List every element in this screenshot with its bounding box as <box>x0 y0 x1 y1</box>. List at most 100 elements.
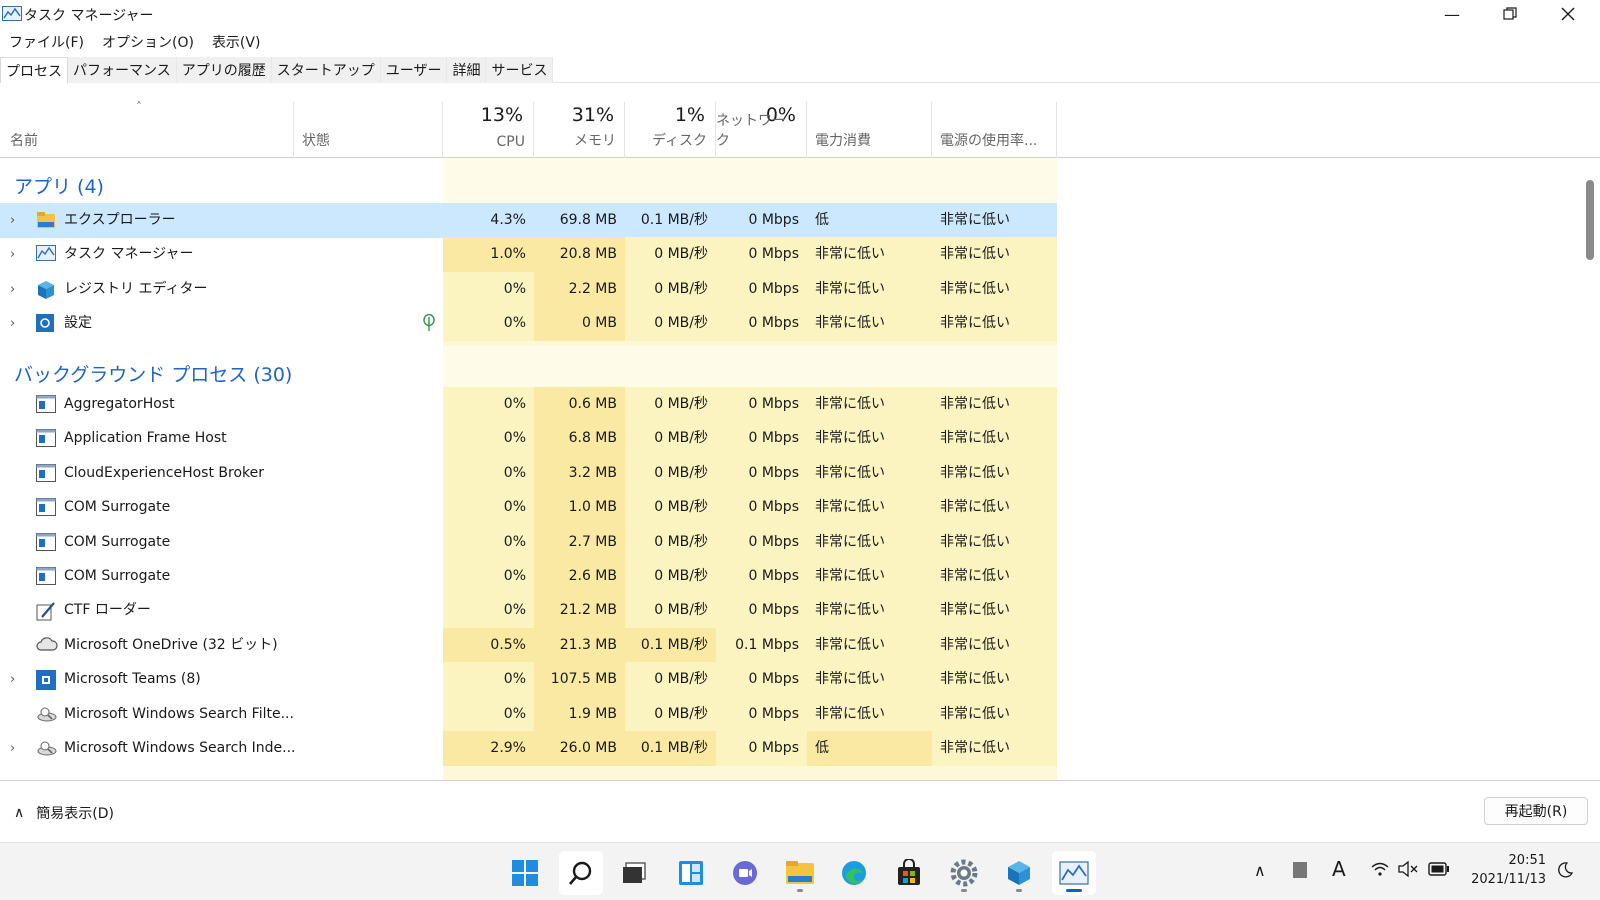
chevron-right-icon[interactable]: › <box>10 237 15 272</box>
memory-cell: 6.8 MB <box>534 421 625 457</box>
power-trend-cell: 非常に低い <box>932 731 1057 766</box>
cloud-icon <box>36 636 58 654</box>
menu-file[interactable]: ファイル(F) <box>0 30 93 52</box>
fewer-details-button[interactable]: ∧ 簡易表示(D) <box>14 803 114 823</box>
power-cell: 非常に低い <box>807 387 932 422</box>
column-power[interactable]: 電力消費 <box>807 102 932 158</box>
clock[interactable]: 20:51 2021/11/13 <box>1466 851 1546 889</box>
process-row[interactable]: › タスク マネージャー 1.0% 20.8 MB 0 MB/秒 0 Mbps 非常に低い非… <box>0 237 1582 273</box>
process-row[interactable]: AggregatorHost 0% 0.6 MB 0 MB/秒 0 Mbps 非常に低い非… <box>0 387 1582 422</box>
wifi-icon[interactable] <box>1370 861 1390 881</box>
chevron-right-icon[interactable]: › <box>10 306 15 341</box>
column-cpu[interactable]: 13% CPU <box>443 102 534 158</box>
search-icon[interactable] <box>559 851 603 895</box>
power-cell: 非常に低い <box>807 490 932 526</box>
clock-time: 20:51 <box>1508 853 1546 868</box>
network-cell: 0 Mbps <box>716 387 807 422</box>
registry-icon[interactable] <box>997 851 1041 895</box>
battery-icon[interactable] <box>1428 861 1450 880</box>
process-name: タスク マネージャー <box>64 246 194 263</box>
process-row[interactable]: › レジストリ エディター 0% 2.2 MB 0 MB/秒 0 Mbps 非常に低い 非常に… <box>0 271 1582 307</box>
minimize-button[interactable]: — <box>1424 0 1480 28</box>
network-cell: 0 Mbps <box>716 662 807 698</box>
tab-startup[interactable]: スタートアップ <box>271 57 381 83</box>
column-memory[interactable]: 31% メモリ <box>534 102 625 158</box>
disk-cell: 0 MB/秒 <box>625 237 716 273</box>
widgets-icon[interactable] <box>669 851 713 895</box>
chevron-up-icon[interactable]: ∧ <box>1254 861 1266 880</box>
disk-cell: 0.1 MB/秒 <box>625 731 716 766</box>
tab-users[interactable]: ユーザー <box>380 57 448 83</box>
chevron-right-icon[interactable]: › <box>10 203 15 238</box>
process-row[interactable]: › エクスプローラー 4.3% 69.8 MB 0.1 MB/秒 0 Mbps 低 非常に低い <box>0 203 1582 238</box>
process-name: レジストリ エディター <box>64 280 208 297</box>
task-manager-icon[interactable] <box>1052 851 1096 895</box>
network-cell: 0 Mbps <box>716 731 807 766</box>
process-name: Microsoft OneDrive (32 ビット) <box>64 636 278 653</box>
menu-view[interactable]: 表示(V) <box>203 30 270 52</box>
column-name[interactable]: 名前 <box>0 102 294 158</box>
tab-app-history[interactable]: アプリの履歴 <box>176 57 272 83</box>
tab-performance[interactable]: パフォーマンス <box>68 57 177 83</box>
power-cell: 非常に低い <box>807 696 932 732</box>
restore-button[interactable] <box>1482 0 1538 28</box>
process-row[interactable]: › 設定 0% 0 MB 0 MB/秒 0 Mbps 非常に低い 非常に低い <box>0 306 1582 342</box>
scrollbar-thumb[interactable] <box>1586 180 1594 260</box>
task-view-icon[interactable] <box>613 851 657 895</box>
tab-services[interactable]: サービス <box>486 57 554 83</box>
process-row[interactable]: COM Surrogate 0% 2.7 MB 0 MB/秒 0 Mbps 非常に低い 非常… <box>0 524 1582 560</box>
column-status[interactable]: 状態 <box>294 102 443 158</box>
process-name: COM Surrogate <box>64 568 171 584</box>
memory-cell: 0.6 MB <box>534 387 625 422</box>
process-row[interactable]: Application Frame Host 0% 6.8 MB 0 MB/秒 0 Mb… <box>0 421 1582 457</box>
notifications-icon[interactable] <box>1556 861 1574 883</box>
process-row[interactable]: CTF ローダー 0% 21.2 MB 0 MB/秒 0 Mbps 非常に低い 非常に低い <box>0 593 1582 629</box>
chevron-right-icon[interactable]: › <box>10 731 15 766</box>
start-icon[interactable] <box>503 851 547 895</box>
close-icon <box>1561 7 1575 21</box>
window-icon <box>36 567 56 585</box>
memory-cell: 3.2 MB <box>534 455 625 491</box>
process-name: Microsoft Teams (8) <box>64 671 201 688</box>
window-icon <box>36 532 56 551</box>
power-cell: 非常に低い <box>807 593 932 629</box>
network-cell: 0 Mbps <box>716 237 807 273</box>
column-name-label: 名前 <box>10 133 38 149</box>
settings-icon[interactable] <box>942 851 986 895</box>
process-row[interactable]: Microsoft OneDrive (32 ビット) 0.5% 21.3 MB 0.… <box>0 627 1582 663</box>
power-trend-cell: 非常に低い <box>932 662 1057 698</box>
process-row[interactable]: COM Surrogate 0% 2.6 MB 0 MB/秒 0 Mbps 非常に低い 非常… <box>0 559 1582 594</box>
process-row[interactable]: CloudExperienceHost Broker 0% 3.2 MB 0 MB/秒… <box>0 455 1582 491</box>
chevron-right-icon[interactable]: › <box>10 272 15 307</box>
memory-cell: 20.8 MB <box>534 237 625 273</box>
close-button[interactable] <box>1540 0 1596 28</box>
column-network[interactable]: 0% ネットワーク <box>716 102 807 158</box>
taskbar: ∧ A 20:51 2021/11/13 <box>0 842 1600 900</box>
chat-icon[interactable] <box>723 851 767 895</box>
column-power-trend[interactable]: 電源の使用率... <box>932 102 1057 158</box>
memory-cell: 2.7 MB <box>534 524 625 560</box>
memory-cell: 107.5 MB <box>534 662 625 698</box>
title-bar: タスク マネージャー — <box>0 0 1600 28</box>
tab-details[interactable]: 詳細 <box>447 57 487 83</box>
window-icon <box>36 463 56 482</box>
column-cpu-label: CPU <box>496 134 525 150</box>
explorer-icon[interactable] <box>778 851 822 895</box>
process-row[interactable]: COM Surrogate 0% 1.0 MB 0 MB/秒 0 Mbps 非常に低い 非常… <box>0 490 1582 526</box>
cpu-cell: 0% <box>443 490 534 526</box>
volume-muted-icon[interactable] <box>1398 860 1420 881</box>
store-icon[interactable] <box>887 851 931 895</box>
cpu-cell: 0.5% <box>443 627 534 663</box>
tab-processes[interactable]: プロセス <box>0 57 68 83</box>
process-row[interactable]: › Microsoft Windows Search Inde... 2.9% 26.… <box>0 731 1582 766</box>
power-trend-cell: 非常に低い <box>932 696 1057 732</box>
tablet-icon[interactable] <box>1292 861 1308 883</box>
restart-button[interactable]: 再起動(R) <box>1484 797 1588 825</box>
menu-options[interactable]: オプション(O) <box>93 30 203 52</box>
process-row[interactable]: Microsoft Windows Search Filte... 0% 1.9 M… <box>0 696 1582 732</box>
process-row[interactable]: › Microsoft Teams (8) 0% 107.5 MB 0 MB/秒 0 Mb… <box>0 662 1582 698</box>
column-disk[interactable]: 1% ディスク <box>625 102 716 158</box>
ime-icon[interactable]: A <box>1332 857 1346 881</box>
chevron-right-icon[interactable]: › <box>10 662 15 697</box>
edge-icon[interactable] <box>832 851 876 895</box>
